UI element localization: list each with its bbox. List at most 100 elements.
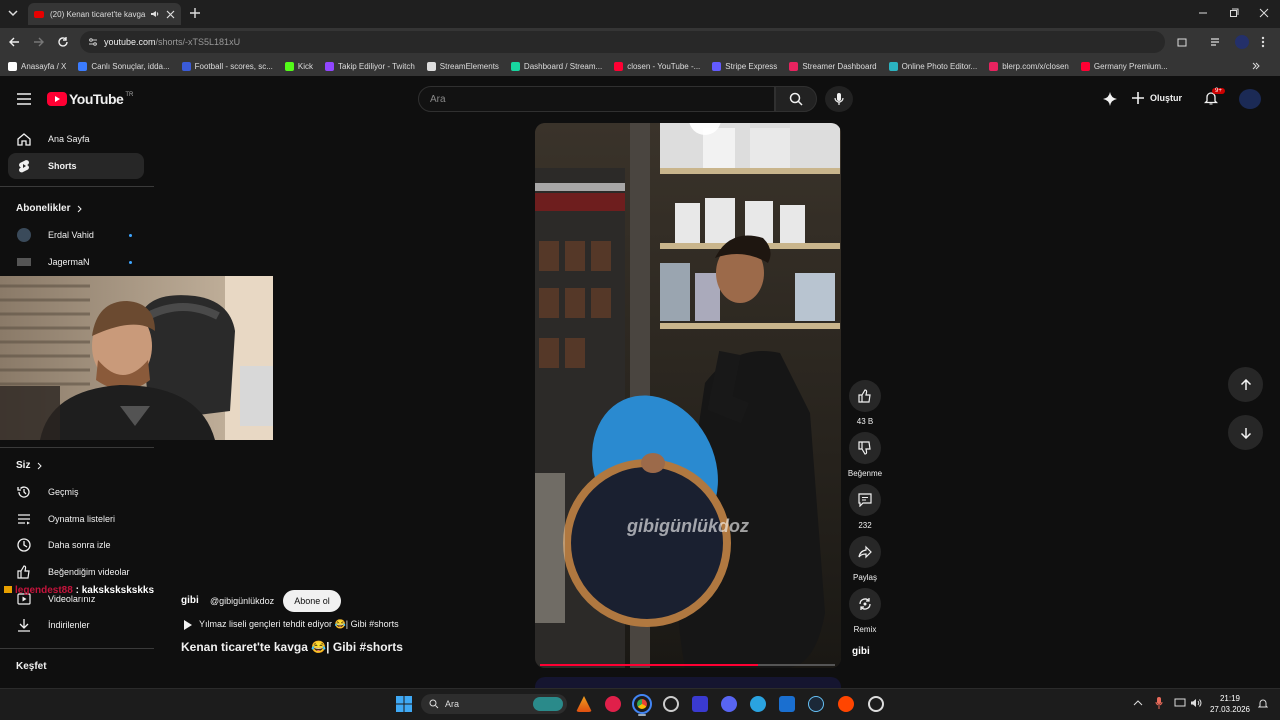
search-button[interactable] — [775, 86, 817, 112]
steam-icon[interactable] — [808, 696, 824, 712]
close-tab-icon[interactable] — [166, 10, 175, 19]
tray-chevron-up-icon[interactable] — [1133, 699, 1143, 707]
channel-avatar — [17, 258, 31, 266]
close-window-icon[interactable] — [1259, 8, 1269, 18]
bookmark-item[interactable]: Stripe Express — [712, 61, 777, 71]
subscribe-button[interactable]: Abone ol — [283, 590, 341, 612]
thumbs-up-icon — [17, 565, 30, 579]
bookmark-favicon-icon — [325, 61, 335, 71]
sidebar-item-downloads[interactable]: İndirilenler — [8, 612, 144, 638]
you-heading[interactable]: Siz — [16, 460, 44, 471]
sidebar-item-liked-videos[interactable]: Beğendiğim videolar — [8, 559, 144, 585]
playlist-link[interactable]: Yılmaz liseli gençleri tehdit ediyor 😂| … — [183, 619, 399, 630]
speaker-icon[interactable] — [150, 9, 160, 19]
bookmark-favicon-icon — [284, 61, 294, 71]
remix-button[interactable]: Remix — [849, 588, 881, 634]
sidebar-item-playlists[interactable]: Oynatma listeleri — [8, 506, 144, 532]
notifications-button[interactable]: 9+ — [1204, 88, 1225, 105]
hamburger-menu-icon[interactable] — [17, 93, 31, 105]
openai-icon[interactable] — [663, 696, 679, 712]
sidebar-item-shorts[interactable]: Shorts — [8, 153, 144, 179]
like-button[interactable]: 43 B — [849, 380, 881, 426]
notification-center-icon[interactable] — [1258, 698, 1268, 709]
restore-icon[interactable] — [1229, 8, 1239, 18]
menu-kebab-icon[interactable] — [1261, 36, 1265, 48]
bookmark-item[interactable]: StreamElements — [426, 61, 499, 71]
home-icon — [17, 133, 31, 146]
dislike-button[interactable]: Beğenme — [848, 432, 882, 478]
bookmark-item[interactable]: Kick — [284, 61, 313, 71]
bookmark-favicon-icon — [426, 61, 436, 71]
sidebar-item-jagerman[interactable]: JagermaN — [8, 249, 144, 275]
bookmark-item[interactable]: Streamer Dashboard — [789, 61, 877, 71]
channel-badge[interactable]: gibi — [852, 646, 870, 657]
ea-app-icon[interactable] — [838, 696, 854, 712]
bookmark-item[interactable]: Dashboard / Stream... — [510, 61, 602, 71]
tab-search-icon[interactable] — [6, 6, 20, 20]
search-input[interactable]: Ara — [418, 86, 775, 112]
profile-avatar-icon[interactable] — [1235, 35, 1249, 49]
taskbar-search[interactable]: Ara — [421, 694, 567, 714]
back-icon[interactable] — [8, 36, 20, 48]
m-app-icon[interactable] — [692, 696, 708, 712]
address-bar[interactable]: youtube.com/shorts/-xTS5L181xU — [80, 31, 1165, 53]
media-control-icon[interactable] — [1210, 36, 1222, 48]
sidebar-item-erdal-vahid[interactable]: Erdal Vahid — [8, 222, 144, 248]
obs-icon[interactable] — [868, 696, 884, 712]
bookmark-item[interactable]: Online Photo Editor... — [888, 61, 977, 71]
network-icon[interactable] — [1174, 698, 1186, 708]
create-button[interactable]: Oluştur — [1131, 91, 1182, 105]
share-button[interactable]: Paylaş — [849, 536, 881, 582]
shorts-video-player[interactable]: gibigünlükdoz — [535, 123, 841, 668]
windows-start-icon[interactable] — [396, 696, 412, 712]
forward-icon[interactable] — [33, 36, 45, 48]
microphone-tray-icon[interactable] — [1155, 697, 1163, 709]
sidebar-item-history[interactable]: Geçmiş — [8, 479, 144, 505]
bookmark-item[interactable]: Takip Ediliyor - Twitch — [325, 61, 415, 71]
gemini-sparkle-icon[interactable] — [1103, 92, 1117, 106]
reload-icon[interactable] — [57, 36, 69, 48]
mail-icon[interactable] — [779, 696, 795, 712]
video-progress-bar[interactable] — [540, 664, 835, 666]
channel-logo[interactable]: gibi — [181, 595, 199, 606]
sidebar-item-home[interactable]: Ana Sayfa — [8, 126, 144, 152]
media-player-icon[interactable] — [605, 696, 621, 712]
chrome-icon[interactable] — [632, 694, 652, 714]
bookmark-label: blerp.com/x/closen — [1002, 61, 1069, 71]
bookmark-item[interactable]: Football - scores, sc... — [181, 61, 273, 71]
like-count: 43 B — [856, 417, 874, 426]
subscription-label: JagermaN — [48, 257, 90, 267]
minimize-icon[interactable] — [1198, 8, 1208, 18]
telegram-icon[interactable] — [750, 696, 766, 712]
bookmark-item[interactable]: closen - YouTube -... — [614, 61, 700, 71]
channel-handle[interactable]: @gibigünlükdoz — [210, 596, 274, 606]
taskbar-clock[interactable]: 21:19 27.03.2026 — [1206, 693, 1254, 715]
site-info-icon[interactable] — [88, 37, 98, 47]
clock-icon — [17, 538, 31, 552]
sidebar-item-watch-later[interactable]: Daha sonra izle — [8, 532, 144, 558]
comments-button[interactable]: 232 — [849, 484, 881, 530]
bookmark-item[interactable]: Canlı Sonuçlar, idda... — [78, 61, 170, 71]
subscriptions-heading[interactable]: Abonelikler — [16, 203, 84, 214]
discord-icon[interactable] — [721, 696, 737, 712]
bookmark-item[interactable]: Germany Premium... — [1080, 61, 1168, 71]
remix-label: Remix — [853, 625, 877, 634]
search-icon — [429, 699, 439, 709]
next-short-button[interactable] — [1228, 415, 1263, 450]
thumbs-up-icon — [858, 389, 871, 403]
bookmark-label: Takip Ediliyor - Twitch — [338, 61, 415, 71]
bookmark-item[interactable]: blerp.com/x/closen — [989, 61, 1069, 71]
account-avatar[interactable] — [1239, 89, 1261, 109]
volume-icon[interactable] — [1190, 698, 1202, 708]
bookmark-favicon-icon — [181, 61, 191, 71]
new-tab-icon[interactable] — [189, 7, 201, 19]
youtube-logo[interactable]: YouTube TR — [47, 91, 133, 107]
bookmark-item[interactable]: Anasayfa / X — [8, 61, 66, 71]
previous-short-button[interactable] — [1228, 367, 1263, 402]
create-label: Oluştur — [1150, 93, 1183, 103]
extensions-icon[interactable] — [1176, 36, 1188, 48]
voice-search-button[interactable] — [825, 86, 853, 112]
url-path: /shorts/-xTS5L181xU — [155, 37, 241, 47]
browser-tab[interactable]: (20) Kenan ticaret'te kavga — [28, 3, 181, 25]
bookmarks-overflow-icon[interactable] — [1251, 61, 1261, 71]
